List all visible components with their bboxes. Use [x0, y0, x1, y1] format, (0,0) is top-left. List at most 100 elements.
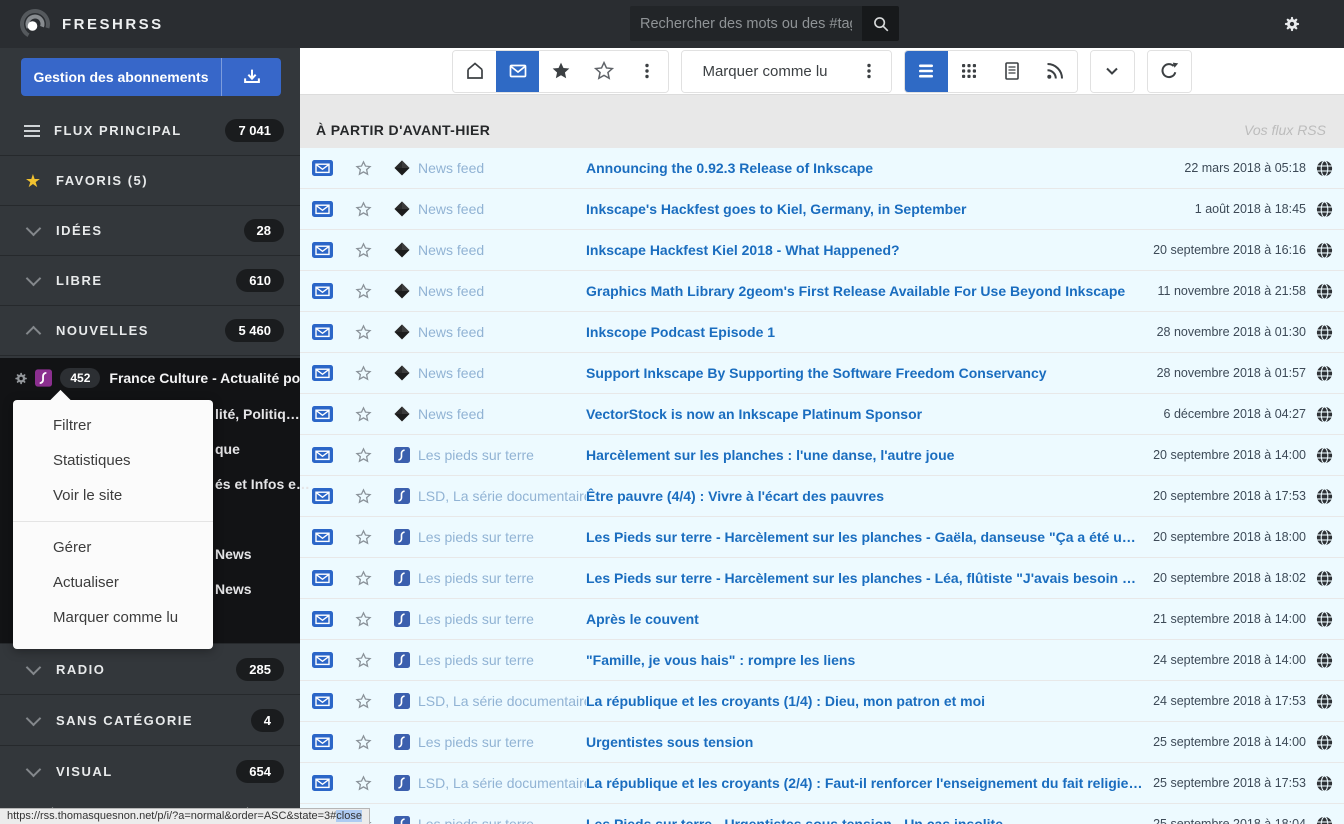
grid-view-button[interactable]: [948, 51, 991, 92]
entry-title[interactable]: "Famille, je vous hais" : rompre les lie…: [586, 652, 1153, 668]
list-item[interactable]: Les pieds sur terre Les Pieds sur terre …: [300, 517, 1344, 557]
show-favorites-button[interactable]: [539, 51, 582, 92]
entry-title[interactable]: Graphics Math Library 2geom's First Rele…: [586, 283, 1158, 299]
freshrss-logo-icon[interactable]: [17, 6, 53, 42]
sidebar-category[interactable]: NOUVELLES 5 460: [0, 306, 300, 356]
entry-title[interactable]: Être pauvre (4/4) : Vivre à l'écart des …: [586, 488, 1153, 504]
list-item[interactable]: News feed Inkscope Podcast Episode 1 28 …: [300, 312, 1344, 352]
unread-envelope-icon[interactable]: [312, 652, 333, 668]
star-toggle-icon[interactable]: [354, 774, 373, 793]
external-link-globe-icon[interactable]: [1316, 447, 1333, 464]
star-toggle-icon[interactable]: [354, 487, 373, 506]
entry-title[interactable]: Après le couvent: [586, 611, 1153, 627]
star-toggle-icon[interactable]: [354, 651, 373, 670]
unread-envelope-icon[interactable]: [312, 570, 333, 586]
list-item[interactable]: Les pieds sur terre Après le couvent 21 …: [300, 599, 1344, 639]
show-read-button[interactable]: [453, 51, 496, 92]
entry-title[interactable]: Inkscope Podcast Episode 1: [586, 324, 1157, 340]
unread-envelope-icon[interactable]: [312, 283, 333, 299]
star-toggle-icon[interactable]: [354, 405, 373, 424]
list-item[interactable]: Les pieds sur terre Harcèlement sur les …: [300, 435, 1344, 475]
search-input[interactable]: [630, 6, 862, 41]
entry-title[interactable]: La république et les croyants (2/4) : Fa…: [586, 775, 1153, 791]
external-link-globe-icon[interactable]: [1316, 693, 1333, 710]
mark-as-read-button[interactable]: Marquer comme lu: [682, 51, 847, 92]
context-menu-item[interactable]: Filtrer: [13, 408, 213, 443]
mark-read-options-button[interactable]: [848, 51, 891, 92]
list-item[interactable]: News feed Inkscape Hackfest Kiel 2018 - …: [300, 230, 1344, 270]
external-link-globe-icon[interactable]: [1316, 160, 1333, 177]
entry-title[interactable]: Les Pieds sur terre - Urgentistes sous t…: [586, 816, 1153, 824]
rss-view-button[interactable]: [1034, 51, 1077, 92]
refresh-button[interactable]: [1148, 51, 1191, 92]
star-toggle-icon[interactable]: [354, 528, 373, 547]
external-link-globe-icon[interactable]: [1316, 816, 1333, 824]
sidebar-category[interactable]: VISUAL 654: [0, 745, 300, 796]
sidebar-category[interactable]: FAVORIS (5): [0, 156, 300, 206]
manage-subscriptions-button[interactable]: Gestion des abonnements: [21, 58, 222, 96]
context-menu-item[interactable]: Marquer comme lu: [13, 600, 213, 635]
settings-gear-icon[interactable]: [1282, 14, 1302, 34]
unread-envelope-icon[interactable]: [312, 406, 333, 422]
unread-envelope-icon[interactable]: [312, 447, 333, 463]
context-menu-item[interactable]: Voir le site: [13, 478, 213, 513]
search-button[interactable]: [862, 6, 899, 41]
star-toggle-icon[interactable]: [354, 241, 373, 260]
unread-envelope-icon[interactable]: [312, 529, 333, 545]
entry-title[interactable]: La république et les croyants (1/4) : Di…: [586, 693, 1153, 709]
filter-more-button[interactable]: [625, 51, 668, 92]
entry-title[interactable]: Inkscape Hackfest Kiel 2018 - What Happe…: [586, 242, 1153, 258]
unread-envelope-icon[interactable]: [312, 693, 333, 709]
star-toggle-icon[interactable]: [354, 569, 373, 588]
external-link-globe-icon[interactable]: [1316, 570, 1333, 587]
star-toggle-icon[interactable]: [354, 692, 373, 711]
sidebar-category[interactable]: LIBRE 610: [0, 256, 300, 306]
list-item[interactable]: LSD, La série documentaire La république…: [300, 681, 1344, 721]
sidebar-category[interactable]: IDÉES 28: [0, 206, 300, 256]
star-toggle-icon[interactable]: [354, 323, 373, 342]
list-item[interactable]: LSD, La série documentaire La république…: [300, 763, 1344, 803]
context-menu-item[interactable]: Gérer: [13, 530, 213, 565]
external-link-globe-icon[interactable]: [1316, 775, 1333, 792]
sidebar-category[interactable]: FLUX PRINCIPAL 7 041: [0, 106, 300, 156]
unread-envelope-icon[interactable]: [312, 775, 333, 791]
star-toggle-icon[interactable]: [354, 200, 373, 219]
unread-envelope-icon[interactable]: [312, 488, 333, 504]
external-link-globe-icon[interactable]: [1316, 529, 1333, 546]
list-item[interactable]: News feed Graphics Math Library 2geom's …: [300, 271, 1344, 311]
star-toggle-icon[interactable]: [354, 282, 373, 301]
entry-title[interactable]: Harcèlement sur les planches : l'une dan…: [586, 447, 1153, 463]
entry-title[interactable]: Announcing the 0.92.3 Release of Inkscap…: [586, 160, 1184, 176]
external-link-globe-icon[interactable]: [1316, 734, 1333, 751]
unread-envelope-icon[interactable]: [312, 734, 333, 750]
import-export-button[interactable]: [222, 58, 281, 96]
list-item[interactable]: News feed Support Inkscape By Supporting…: [300, 353, 1344, 393]
sidebar-category[interactable]: RADIO 285: [0, 643, 300, 694]
list-view-button[interactable]: [905, 51, 948, 92]
scroll-down-button[interactable]: [1091, 51, 1134, 92]
entry-title[interactable]: Support Inkscape By Supporting the Softw…: [586, 365, 1157, 381]
star-toggle-icon[interactable]: [354, 159, 373, 178]
external-link-globe-icon[interactable]: [1316, 652, 1333, 669]
external-link-globe-icon[interactable]: [1316, 201, 1333, 218]
star-toggle-icon[interactable]: [354, 610, 373, 629]
unread-envelope-icon[interactable]: [312, 201, 333, 217]
unread-envelope-icon[interactable]: [312, 365, 333, 381]
show-not-favorites-button[interactable]: [582, 51, 625, 92]
list-item[interactable]: Les pieds sur terre "Famille, je vous ha…: [300, 640, 1344, 680]
unread-envelope-icon[interactable]: [312, 242, 333, 258]
list-item[interactable]: Les pieds sur terre Les Pieds sur terre …: [300, 804, 1344, 824]
unread-envelope-icon[interactable]: [312, 160, 333, 176]
show-unread-button[interactable]: [496, 51, 539, 92]
context-menu-item[interactable]: Actualiser: [13, 565, 213, 600]
context-menu-item[interactable]: Statistiques: [13, 443, 213, 478]
external-link-globe-icon[interactable]: [1316, 283, 1333, 300]
sidebar-category[interactable]: SANS CATÉGORIE 4: [0, 694, 300, 745]
list-item[interactable]: Les pieds sur terre Urgentistes sous ten…: [300, 722, 1344, 762]
list-item[interactable]: News feed VectorStock is now an Inkscape…: [300, 394, 1344, 434]
unread-envelope-icon[interactable]: [312, 611, 333, 627]
unread-envelope-icon[interactable]: [312, 324, 333, 340]
list-item[interactable]: Les pieds sur terre Les Pieds sur terre …: [300, 558, 1344, 598]
external-link-globe-icon[interactable]: [1316, 406, 1333, 423]
entry-title[interactable]: Inkscape's Hackfest goes to Kiel, German…: [586, 201, 1195, 217]
